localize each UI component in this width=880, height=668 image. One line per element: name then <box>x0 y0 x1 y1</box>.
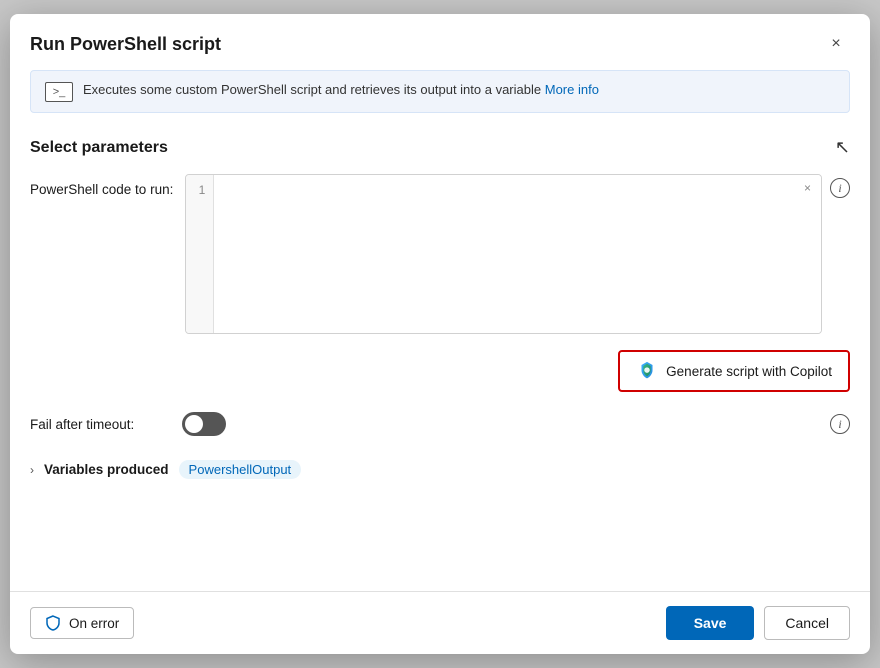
footer-buttons: Save Cancel <box>666 606 850 640</box>
chevron-icon[interactable]: › <box>30 463 34 477</box>
powershell-label: PowerShell code to run: <box>30 174 173 197</box>
content-area: PowerShell code to run: 1 × i <box>10 174 870 591</box>
title-bar: Run PowerShell script × <box>10 14 870 70</box>
run-powershell-dialog: Run PowerShell script × >_ Executes some… <box>10 14 870 654</box>
on-error-button[interactable]: On error <box>30 607 134 639</box>
save-button[interactable]: Save <box>666 606 755 640</box>
code-editor-inner: 1 <box>186 175 821 333</box>
variables-label: Variables produced <box>44 462 169 477</box>
footer: On error Save Cancel <box>10 591 870 654</box>
toggle-area: i <box>182 412 850 436</box>
cancel-button[interactable]: Cancel <box>764 606 850 640</box>
powershell-code-row: PowerShell code to run: 1 × i <box>30 174 850 334</box>
line-numbers: 1 <box>186 175 214 333</box>
dialog-title: Run PowerShell script <box>30 34 221 55</box>
generate-button-row: Generate script with Copilot <box>182 350 850 392</box>
fail-timeout-toggle[interactable] <box>182 412 226 436</box>
toggle-knob <box>185 415 203 433</box>
close-button[interactable]: × <box>822 30 850 58</box>
more-info-link[interactable]: More info <box>545 82 599 97</box>
section-title: Select parameters <box>30 139 168 157</box>
generate-button-label: Generate script with Copilot <box>666 364 832 379</box>
info-banner: >_ Executes some custom PowerShell scrip… <box>30 70 850 113</box>
powershell-info-icon[interactable]: i <box>830 178 850 198</box>
shield-icon <box>45 615 61 631</box>
code-editor-wrapper: 1 × i <box>185 174 850 334</box>
clear-button[interactable]: × <box>800 179 815 197</box>
variable-badge[interactable]: PowershellOutput <box>179 460 302 479</box>
info-banner-text: Executes some custom PowerShell script a… <box>83 81 835 99</box>
terminal-icon: >_ <box>45 82 73 102</box>
copilot-icon <box>636 360 658 382</box>
code-textarea[interactable] <box>214 175 821 333</box>
section-header: Select parameters ↖ <box>10 129 870 174</box>
fail-timeout-label: Fail after timeout: <box>30 417 170 432</box>
fail-timeout-row: Fail after timeout: i <box>30 412 850 436</box>
generate-script-button[interactable]: Generate script with Copilot <box>618 350 850 392</box>
fail-timeout-info-icon[interactable]: i <box>830 414 850 434</box>
code-editor[interactable]: 1 × <box>185 174 822 334</box>
variables-row: › Variables produced PowershellOutput <box>30 460 850 479</box>
on-error-label: On error <box>69 616 119 631</box>
cursor-icon: ↖ <box>835 137 850 158</box>
